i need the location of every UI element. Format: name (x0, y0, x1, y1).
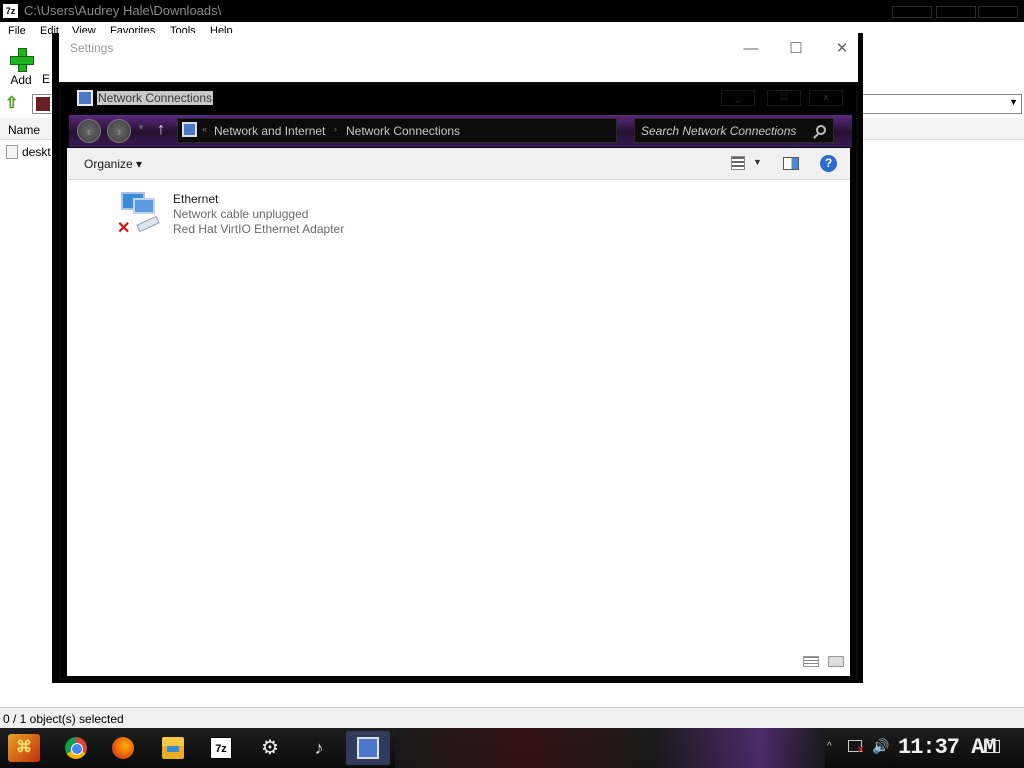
plus-icon (10, 48, 34, 72)
preview-pane-icon[interactable] (783, 157, 799, 170)
list-item-ethernet[interactable]: ✕ Ethernet Network cable unplugged Red H… (117, 190, 417, 238)
taskbar-network-connections[interactable] (346, 731, 390, 765)
chrome-icon (65, 737, 87, 759)
7zip-maximize-button[interactable] (936, 6, 976, 18)
back-button[interactable]: ‹ (77, 119, 101, 143)
7zip-minimize-button[interactable] (892, 6, 932, 18)
help-icon[interactable]: ? (820, 155, 837, 172)
up-arrow-icon[interactable]: ⇧ (5, 95, 23, 113)
control-panel-icon (182, 122, 197, 137)
change-view-icon[interactable] (731, 156, 745, 170)
folder-icon (162, 737, 184, 759)
network-connections-window: Network Connections _ □ x ‹ › ▼ ↑ « Netw… (59, 82, 858, 680)
7zip-close-button[interactable] (978, 6, 1018, 18)
forward-button[interactable]: › (107, 119, 131, 143)
file-icon (6, 144, 18, 159)
settings-title: Settings (70, 41, 114, 55)
search-input[interactable] (641, 123, 809, 139)
network-adapter-icon: ✕ (117, 190, 165, 238)
breadcrumb-network-connections[interactable]: Network Connections (346, 124, 460, 138)
7zip-titlebar[interactable]: 7z C:\Users\Audrey Hale\Downloads\ (0, 0, 1024, 22)
view-toggles (797, 656, 844, 670)
taskbar-7zip[interactable]: 7z (199, 731, 243, 765)
up-arrow-icon[interactable]: ↑ (157, 121, 165, 139)
netconn-title: Network Connections (97, 91, 214, 105)
connection-name: Ethernet (173, 192, 219, 206)
netconn-minimize-button[interactable]: _ (721, 90, 755, 106)
settings-close-button[interactable]: ✕ (827, 39, 857, 59)
column-name[interactable]: Name (8, 123, 40, 137)
taskbar-firefox[interactable] (101, 731, 145, 765)
clock[interactable]: 11:37 AM (898, 735, 997, 760)
start-button[interactable]: ⌘ (8, 734, 40, 762)
disconnected-x-icon: ✕ (117, 220, 131, 237)
tray-overflow-chevron-icon[interactable]: ^ (827, 741, 832, 752)
add-button[interactable]: Add (6, 48, 36, 87)
details-view-icon[interactable] (802, 656, 819, 667)
7zip-window-title: C:\Users\Audrey Hale\Downloads\ (24, 3, 222, 18)
extract-button-label[interactable]: E (42, 72, 50, 86)
file-row[interactable]: deskt (6, 144, 51, 159)
breadcrumb-separator-icon[interactable]: › (334, 124, 337, 134)
control-panel-icon (77, 90, 93, 106)
notification-icon[interactable] (984, 740, 1000, 753)
7zip-status-bar: 0 / 1 object(s) selected (0, 707, 1024, 728)
taskbar-wallpaper (395, 728, 825, 768)
control-panel-icon (357, 737, 379, 759)
menu-file[interactable]: File (8, 25, 26, 37)
status-text: 0 / 1 object(s) selected (3, 712, 124, 726)
organize-button[interactable]: Organize ▾ (84, 157, 142, 171)
connection-device: Red Hat VirtIO Ethernet Adapter (173, 222, 345, 236)
taskbar-file-explorer[interactable] (151, 731, 195, 765)
7zip-icon: 7z (210, 737, 232, 759)
cable-icon (136, 215, 160, 233)
taskbar-settings[interactable]: ⚙ (248, 731, 292, 765)
connection-status: Network cable unplugged (173, 207, 309, 221)
netconn-close-button[interactable]: x (809, 90, 843, 106)
breadcrumb[interactable]: « Network and Internet › Network Connect… (177, 118, 617, 143)
taskbar-chrome[interactable] (54, 731, 98, 765)
settings-minimize-button[interactable]: — (736, 39, 766, 59)
netconn-titlebar[interactable]: Network Connections _ □ x (61, 84, 856, 114)
navigation-bar: ‹ › ▼ ↑ « Network and Internet › Network… (69, 115, 852, 147)
network-disconnected-icon[interactable] (848, 740, 864, 755)
recent-locations-chevron-icon[interactable]: ▼ (137, 123, 145, 132)
netconn-maximize-button[interactable]: □ (767, 90, 801, 106)
add-button-label: Add (10, 73, 32, 87)
chevron-down-icon[interactable]: ▼ (1009, 97, 1018, 107)
7zip-app-icon: 7z (3, 4, 18, 18)
folder-icon (36, 97, 50, 111)
breadcrumb-overflow-icon[interactable]: « (202, 124, 207, 134)
settings-maximize-button[interactable]: ☐ (781, 39, 811, 59)
command-bar: Organize ▾ ▼ ? (67, 148, 850, 180)
chevron-down-icon[interactable]: ▼ (753, 157, 762, 167)
search-icon[interactable] (816, 125, 826, 135)
search-box (634, 118, 834, 143)
settings-titlebar[interactable]: Settings — ☐ ✕ (59, 33, 858, 82)
volume-icon[interactable]: 🔊 (872, 738, 889, 755)
large-icons-view-icon[interactable] (828, 656, 844, 667)
taskbar: ⌘ 7z ⚙ ♪ ^ 🔊 11:37 AM (0, 728, 1024, 768)
app-icon: ♪ (314, 738, 324, 758)
firefox-icon (112, 737, 134, 759)
connections-list: ✕ Ethernet Network cable unplugged Red H… (67, 180, 850, 676)
gear-icon: ⚙ (261, 737, 279, 759)
taskbar-app[interactable]: ♪ (297, 731, 341, 765)
file-name: deskt (22, 144, 51, 159)
breadcrumb-network-and-internet[interactable]: Network and Internet (214, 124, 325, 138)
